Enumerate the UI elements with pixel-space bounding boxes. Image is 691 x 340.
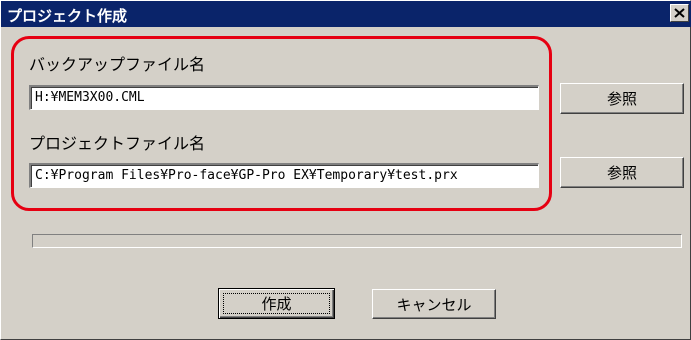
focus-rect	[223, 293, 330, 314]
title-bar[interactable]: プロジェクト作成	[1, 1, 691, 27]
close-icon	[674, 8, 685, 18]
backup-browse-button[interactable]: 参照	[560, 83, 684, 114]
cancel-button[interactable]: キャンセル	[372, 289, 496, 319]
backup-file-input[interactable]: H:¥MEM3X00.CML	[29, 85, 539, 110]
backup-file-label: バックアップファイル名	[29, 55, 206, 74]
progress-bar	[32, 234, 682, 248]
project-create-dialog: プロジェクト作成 バックアップファイル名 H:¥MEM3X00.CML 参照 プ…	[0, 0, 691, 340]
dialog-title: プロジェクト作成	[7, 7, 128, 25]
project-browse-button[interactable]: 参照	[560, 157, 684, 188]
create-button[interactable]: 作成	[218, 288, 335, 319]
project-file-input[interactable]: C:¥Program Files¥Pro-face¥GP-Pro EX¥Temp…	[29, 163, 539, 188]
close-button[interactable]	[670, 4, 689, 22]
project-file-label: プロジェクトファイル名	[29, 134, 206, 153]
